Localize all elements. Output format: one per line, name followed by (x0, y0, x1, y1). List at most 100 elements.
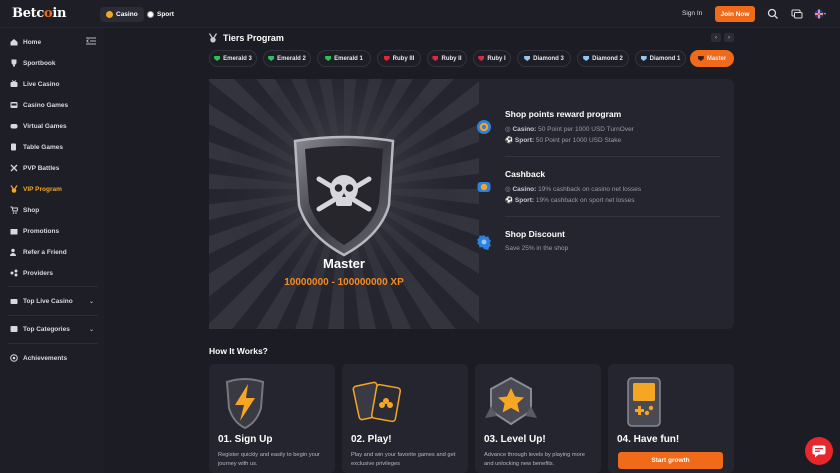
sidebar-item-table-games[interactable]: Table Games (10, 143, 98, 151)
perk-casino-line: ◎ Casino: 19% cashback on casino net los… (505, 186, 642, 193)
join-now-button[interactable]: Join Now (715, 6, 755, 22)
lightning-shield-icon (225, 378, 265, 430)
start-growth-button[interactable]: Start growth (618, 452, 723, 469)
achievement-icon (10, 354, 18, 362)
sidebar-item-home[interactable]: Home (10, 38, 98, 46)
search-icon[interactable] (767, 8, 779, 20)
step-description: Register quickly and easily to begin you… (218, 452, 320, 467)
perk-divider (505, 156, 720, 157)
tier-diamond-1[interactable]: Diamond 1 (635, 50, 686, 67)
sidebar-item-providers[interactable]: Providers (10, 269, 98, 277)
step-sign-up: 01. Sign Up Register quickly and easily … (209, 364, 335, 473)
ruby-gem-icon (383, 56, 390, 61)
live-tv-icon (10, 80, 18, 87)
sport-mode-tab[interactable]: Sport (141, 7, 180, 22)
level-name: Master (323, 256, 365, 271)
tier-emerald-3[interactable]: Emerald 3 (209, 50, 257, 67)
handheld-console-icon (627, 377, 661, 427)
perk-shop-discount: Shop Discount Save 25% in the shop (476, 229, 721, 269)
perk-sport-line: ⚽ Sport: 19% cashback on sport net losse… (505, 197, 635, 204)
chevron-down-icon: ⌄ (88, 326, 94, 333)
tiers-prev-button[interactable]: ‹ (711, 33, 721, 42)
sidebar: Home Sportbook Live Casino Casino Games … (0, 28, 104, 473)
sidebar-item-pvp-battles[interactable]: PVP Battles (10, 164, 98, 172)
football-icon (147, 11, 154, 18)
shop-points-badge-icon (477, 120, 491, 134)
providers-icon (10, 269, 18, 277)
playing-cards-icon (352, 381, 402, 423)
step-level-up: 03. Level Up! Advance through levels by … (475, 364, 601, 473)
tier-diamond-2[interactable]: Diamond 2 (577, 50, 629, 67)
diamond-gem-icon (524, 56, 531, 61)
cart-icon (10, 206, 18, 214)
betcoin-logo[interactable]: Betcoin (12, 6, 66, 21)
tier-emerald-2[interactable]: Emerald 2 (263, 50, 311, 67)
emerald-gem-icon (325, 56, 332, 61)
step-play: 02. Play! Play and win your favorite gam… (342, 364, 468, 473)
cashback-icon (477, 182, 491, 192)
tier-master[interactable]: Master (690, 50, 734, 67)
ruby-gem-icon (478, 56, 485, 61)
how-it-works-title: How It Works? (209, 346, 268, 356)
tier-emerald-1[interactable]: Emerald 1 (317, 50, 371, 67)
sidebar-group-top-categories[interactable]: Top Categories ⌄ (10, 325, 98, 333)
tier-ruby-ii[interactable]: Ruby II (427, 50, 467, 67)
sidebar-divider (8, 315, 98, 316)
sidebar-item-virtual-games[interactable]: Virtual Games (10, 122, 98, 130)
step-description: Advance through levels by playing more a… (484, 452, 585, 467)
casino-chip-icon (106, 11, 113, 18)
gift-icon (10, 229, 18, 235)
perk-cashback: Cashback ◎ Casino: 19% cashback on casin… (476, 169, 721, 229)
discount-badge-icon (477, 235, 491, 250)
sidebar-divider (8, 286, 98, 287)
sidebar-item-sportbook[interactable]: Sportbook (10, 59, 98, 67)
diamond-gem-icon (640, 56, 647, 61)
step-description: Play and win your favorite games and get… (351, 452, 456, 467)
live-chat-button[interactable] (805, 437, 833, 465)
perk-title: Shop Discount (505, 229, 565, 239)
step-title: 04. Have fun! (617, 434, 680, 445)
master-skull-shield-icon (293, 135, 395, 257)
categories-icon (10, 326, 18, 332)
perk-description: Save 25% in the shop (505, 245, 569, 252)
star-badge-icon (485, 376, 537, 426)
diamond-gem-icon (583, 56, 590, 61)
perk-divider (505, 216, 720, 217)
sidebar-item-shop[interactable]: Shop (10, 206, 98, 214)
chat-bubble-icon[interactable] (791, 8, 803, 20)
top-bar: Betcoin Casino Sport Sign In Join Now (0, 0, 840, 28)
sidebar-item-achievements[interactable]: Achievements (10, 354, 98, 362)
casino-mode-tab[interactable]: Casino (100, 7, 144, 22)
live-casino-icon (10, 299, 18, 304)
tier-ruby-iii[interactable]: Ruby III (377, 50, 421, 67)
sign-in-link[interactable]: Sign In (682, 10, 702, 17)
tier-ruby-i[interactable]: Ruby I (473, 50, 511, 67)
emerald-gem-icon (268, 56, 275, 61)
cards-icon (11, 143, 16, 151)
main-content: Tiers Program ‹ › Emerald 3 Emerald 2 Em… (104, 28, 840, 473)
medal-icon (10, 185, 18, 193)
perk-title: Shop points reward program (505, 109, 622, 119)
perk-title: Cashback (505, 169, 546, 179)
sidebar-item-live-casino[interactable]: Live Casino (10, 80, 98, 88)
tier-diamond-3[interactable]: Diamond 3 (517, 50, 571, 67)
trophy-icon (11, 59, 17, 67)
users-icon (10, 248, 16, 256)
tiers-program-title: Tiers Program (223, 33, 284, 43)
sidebar-divider (8, 343, 98, 344)
step-title: 01. Sign Up (218, 434, 273, 445)
step-title: 03. Level Up! (484, 434, 546, 445)
master-heart-icon (697, 56, 704, 61)
sidebar-item-casino-games[interactable]: Casino Games (10, 101, 98, 109)
sidebar-item-refer-a-friend[interactable]: Refer a Friend (10, 248, 98, 256)
sidebar-item-vip-program[interactable]: VIP Program (10, 185, 98, 193)
step-have-fun: 04. Have fun! Start growth (608, 364, 734, 473)
sidebar-item-promotions[interactable]: Promotions (10, 227, 98, 235)
home-icon (10, 39, 18, 46)
level-xp-range: 10000000 - 100000000 XP (284, 277, 404, 288)
tiers-next-button[interactable]: › (724, 33, 734, 42)
flag-uk-icon[interactable] (814, 8, 826, 20)
sidebar-group-top-live-casino[interactable]: Top Live Casino ⌄ (10, 297, 98, 305)
perk-shop-points: Shop points reward program ◎ Casino: 50 … (476, 109, 721, 169)
step-title: 02. Play! (351, 434, 392, 445)
